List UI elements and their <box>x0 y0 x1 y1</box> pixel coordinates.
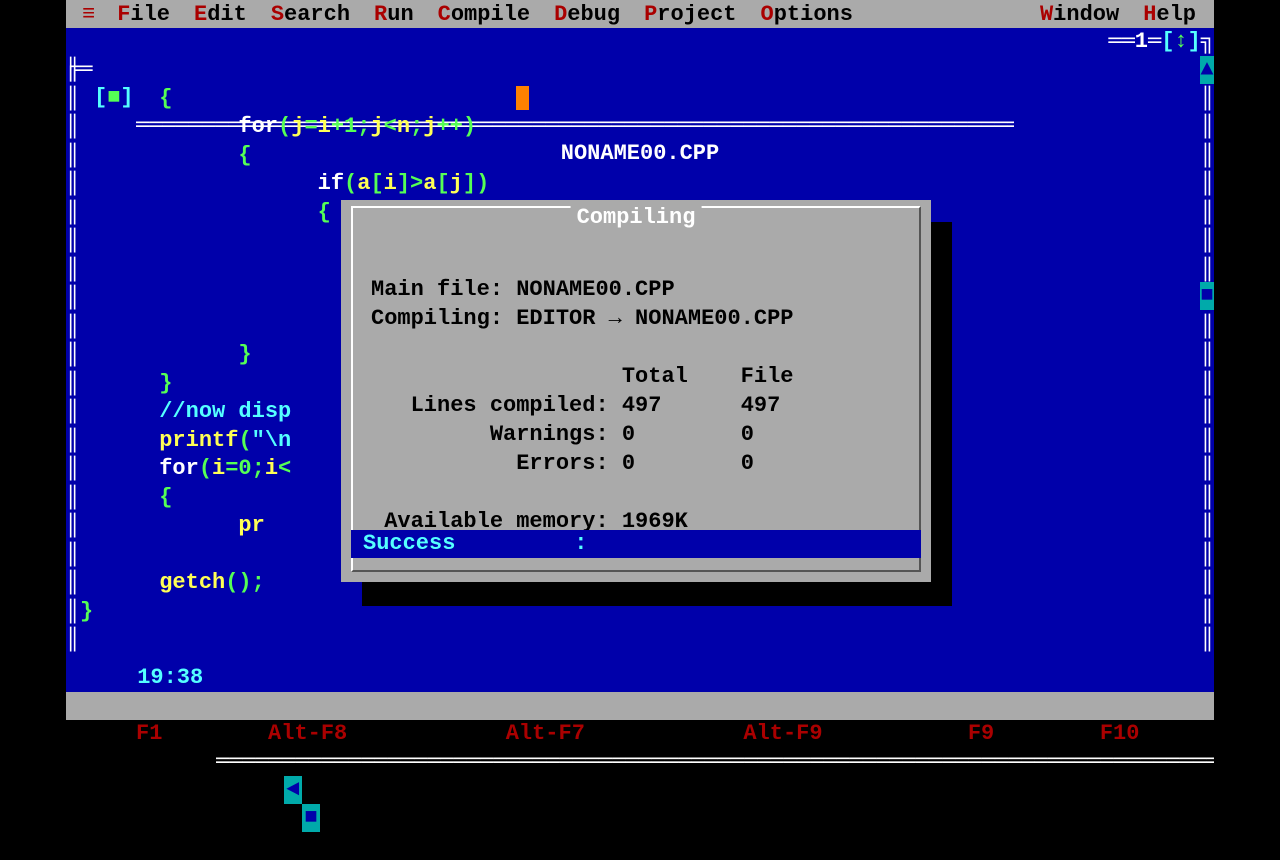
hint-help[interactable]: F1 Help <box>123 721 229 746</box>
system-menu-icon[interactable]: ≡ <box>72 2 105 27</box>
hscroll-thumb[interactable]: ■ <box>302 804 320 832</box>
scroll-thumb[interactable]: ■ <box>1200 282 1214 310</box>
menu-edit[interactable]: Edit <box>182 2 259 27</box>
menu-bar: ≡ File Edit Search Run Compile Debug Pro… <box>66 0 1214 28</box>
window-number: ══1═[↕]╗ <box>1108 28 1214 56</box>
text-cursor <box>516 86 529 110</box>
menu-window[interactable]: Window <box>1028 2 1131 27</box>
scroll-up-icon[interactable]: ▲ <box>1200 56 1214 84</box>
menu-file[interactable]: File <box>105 2 182 27</box>
compile-status: Success : <box>351 530 921 558</box>
menu-help[interactable]: Help <box>1131 2 1208 27</box>
scroll-left-icon[interactable]: ◄ <box>284 776 302 804</box>
errors: Errors: 0 0 <box>516 451 754 476</box>
hint-menu[interactable]: F10 Menu <box>1100 721 1206 746</box>
hint-compile[interactable]: Alt-F9 Compile <box>743 721 928 746</box>
col-file: File <box>741 364 794 389</box>
menu-compile[interactable]: Compile <box>426 2 542 27</box>
main-file-label: Main file: NONAME00.CPP <box>371 277 675 302</box>
lines-compiled: Lines compiled: 497 497 <box>411 393 781 418</box>
menu-search[interactable]: Search <box>259 2 362 27</box>
menu-debug[interactable]: Debug <box>542 2 632 27</box>
compiling-dialog: Compiling Main file: NONAME00.CPP Compil… <box>341 200 931 582</box>
status-bar: F1 Help Alt-F8 Next Msg Alt-F7 Prev Msg … <box>66 692 1214 720</box>
menu-run[interactable]: Run <box>362 2 426 27</box>
compiling-label: Compiling: EDITOR → NONAME00.CPP <box>371 306 793 331</box>
hint-next-msg[interactable]: Alt-F8 Next Msg <box>268 721 466 746</box>
cursor-position: 19:38 <box>124 664 216 692</box>
menu-options[interactable]: Options <box>749 2 865 27</box>
menu-project[interactable]: Project <box>632 2 748 27</box>
warnings: Warnings: 0 0 <box>490 422 754 447</box>
hint-prev-msg[interactable]: Alt-F7 Prev Msg <box>506 721 704 746</box>
hint-make[interactable]: F9 Make <box>968 721 1060 746</box>
col-total: Total <box>622 364 688 389</box>
